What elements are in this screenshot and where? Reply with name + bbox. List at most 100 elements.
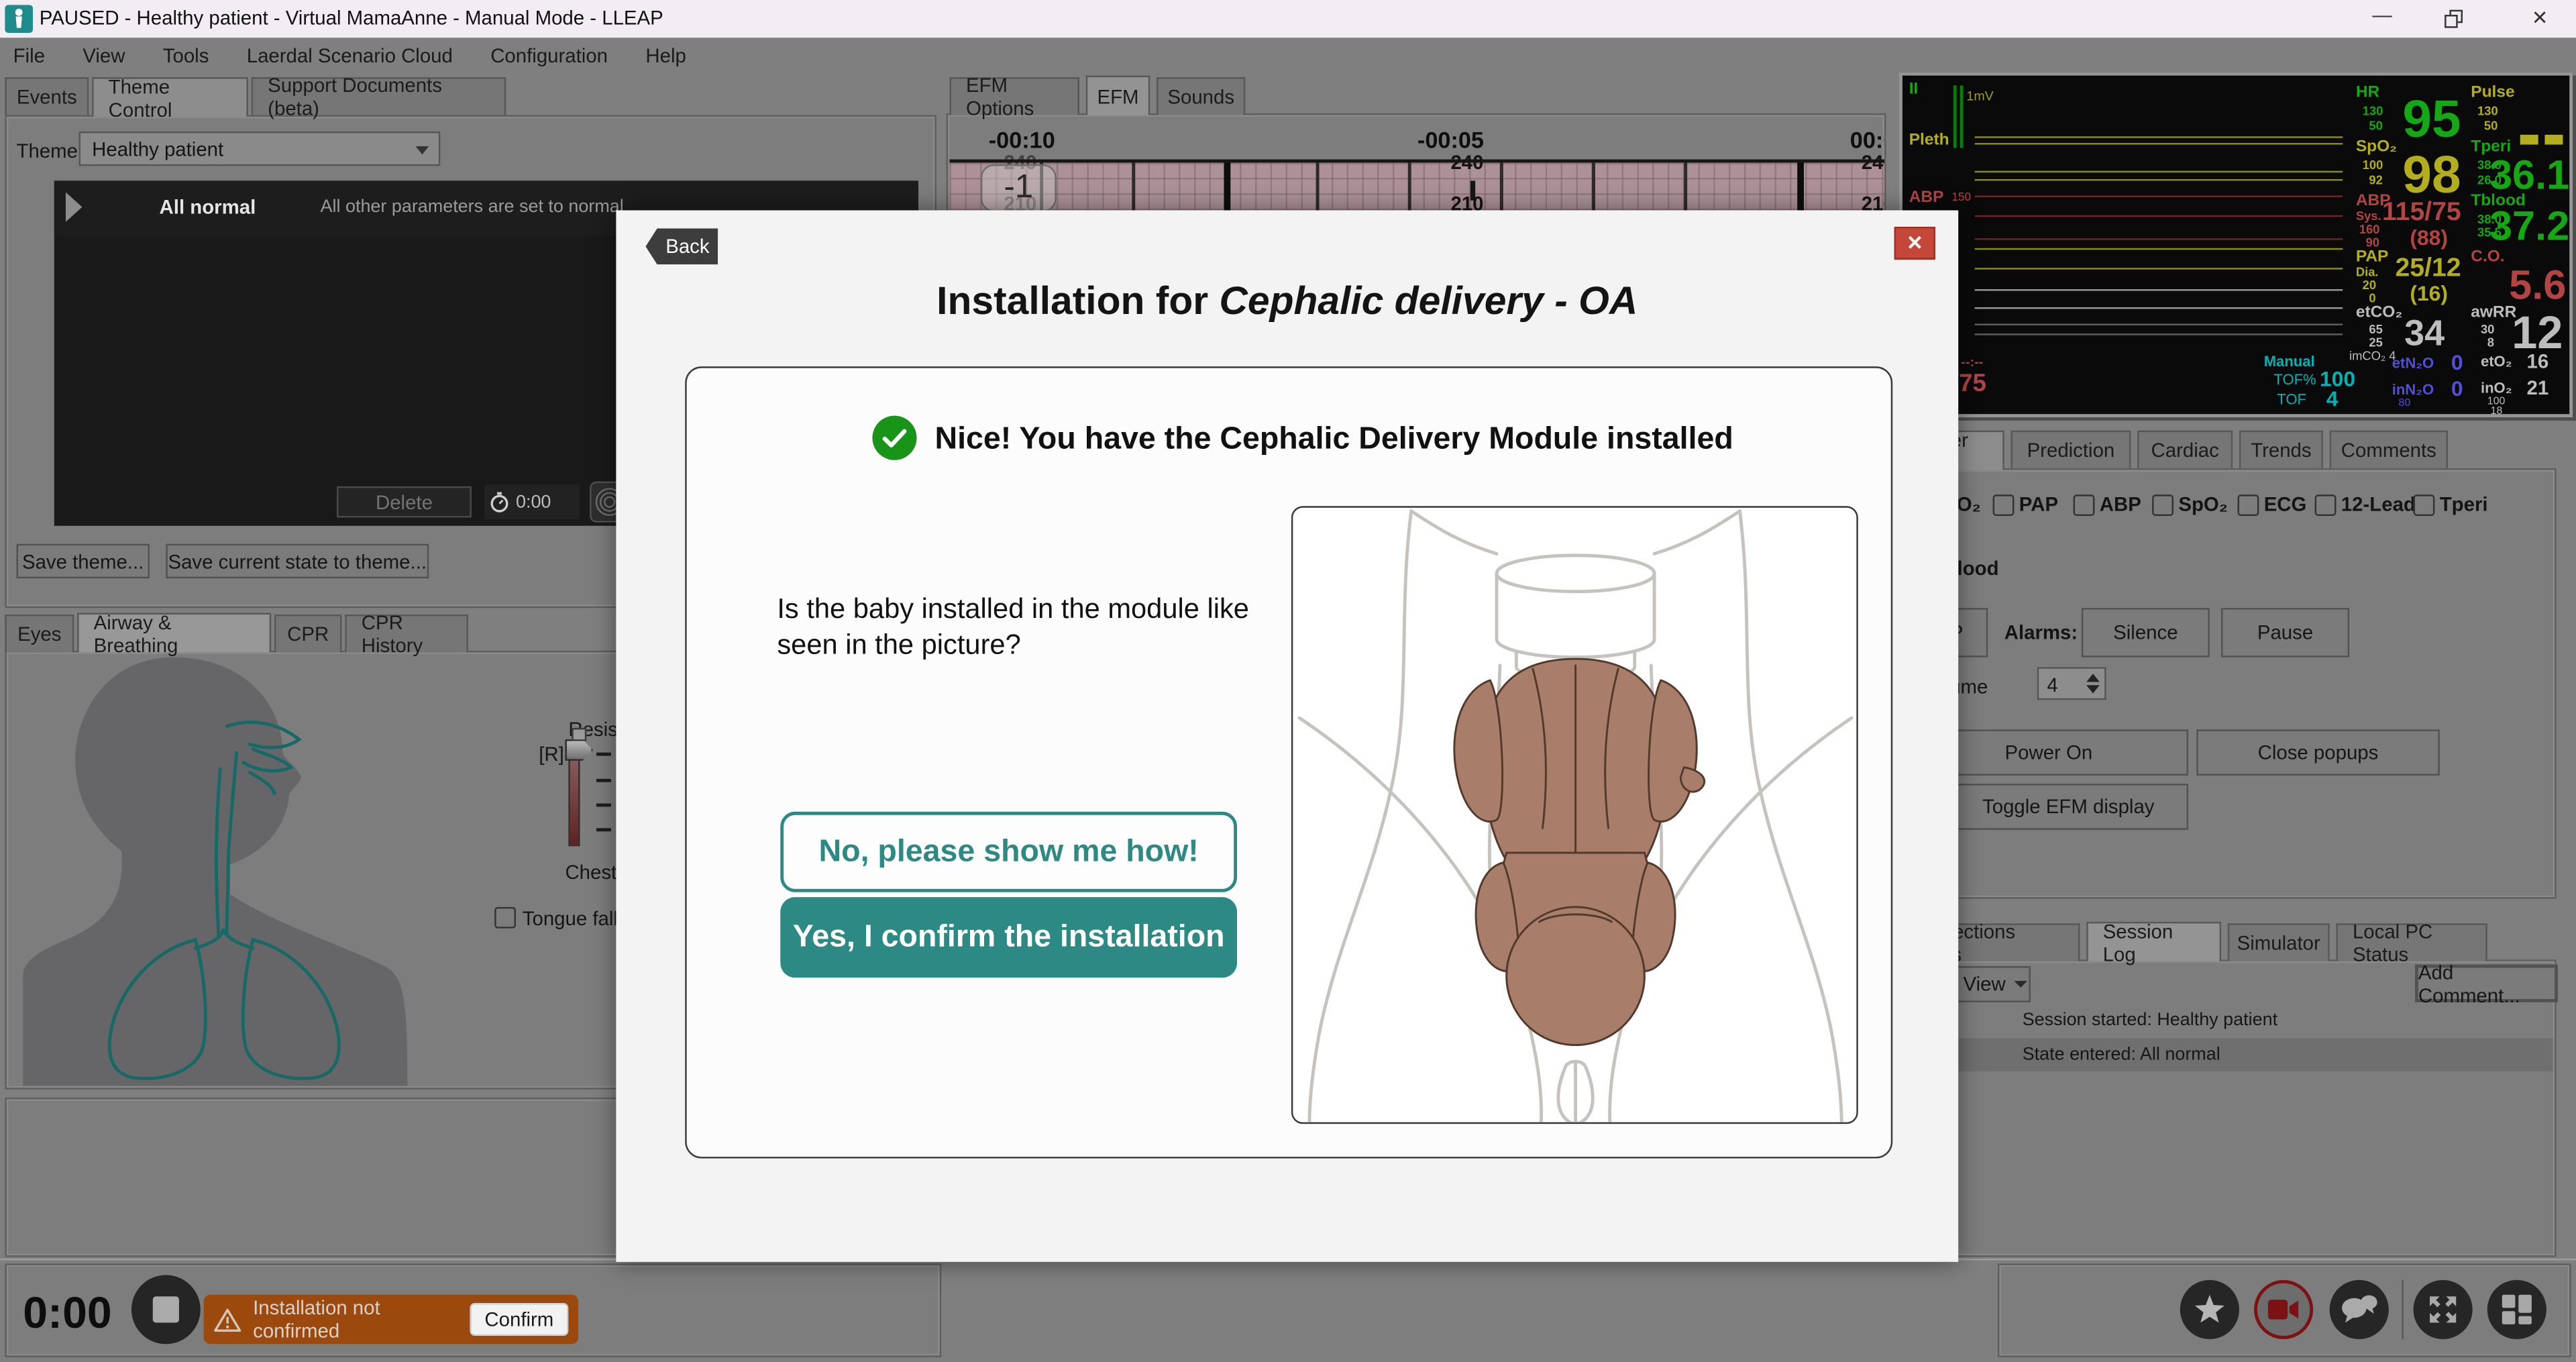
hr-value: 95 bbox=[2389, 89, 2461, 150]
tof-mode: Manual bbox=[2264, 354, 2315, 370]
menu-file[interactable]: File bbox=[13, 44, 45, 67]
spinner-up-icon[interactable] bbox=[2086, 674, 2100, 682]
app-icon bbox=[5, 5, 33, 33]
ecg-checkbox[interactable] bbox=[2238, 494, 2259, 516]
restore-button[interactable] bbox=[2445, 10, 2463, 28]
tab-events[interactable]: Events bbox=[5, 77, 89, 115]
patient-monitor[interactable]: II 1mV Pleth ABP 150 HR 130 50 95 Pulse … bbox=[1899, 72, 2573, 417]
resistance-r-label: [R] bbox=[539, 743, 564, 766]
eto2-label: etO₂ bbox=[2481, 354, 2512, 370]
alarms-pause-button[interactable]: Pause bbox=[2221, 608, 2349, 657]
close-button[interactable]: ✕ bbox=[2510, 7, 2569, 30]
spinner-down-icon[interactable] bbox=[2086, 685, 2100, 693]
spo2-check-label: SpO₂ bbox=[2178, 493, 2227, 516]
minimize-button[interactable]: — bbox=[2353, 3, 2412, 26]
abp-value: 115/75 bbox=[2382, 199, 2461, 228]
cephalic-module-illustration bbox=[1293, 508, 1858, 1124]
tab-cpr-history[interactable]: CPR History bbox=[345, 615, 468, 652]
tab-sounds[interactable]: Sounds bbox=[1157, 77, 1245, 115]
monitor-controls-panel bbox=[1902, 468, 2557, 899]
menu-view[interactable]: View bbox=[83, 44, 125, 67]
etn2o-label: etN₂O bbox=[2392, 355, 2434, 371]
imco2-label: imCO₂ 4 bbox=[2349, 348, 2396, 363]
efm-time-3: 00:00 bbox=[1840, 127, 1886, 153]
layout-grid-icon bbox=[2500, 1293, 2533, 1326]
modal-close-button[interactable]: ✕ bbox=[1894, 227, 1935, 260]
pulse-lo: 50 bbox=[2484, 118, 2498, 133]
tab-airway-breathing[interactable]: Airway & Breathing bbox=[77, 613, 271, 652]
theme-select[interactable]: Healthy patient bbox=[79, 132, 441, 166]
abp-checkbox[interactable] bbox=[2074, 494, 2095, 516]
expand-arrows-icon bbox=[2425, 1292, 2461, 1328]
tof-count: 4 bbox=[2326, 386, 2339, 411]
abp-check-label: ABP bbox=[2100, 493, 2141, 516]
ino2-lo: 18 bbox=[2491, 406, 2503, 417]
spo2-value: 98 bbox=[2389, 145, 2461, 206]
add-comment-button[interactable]: Add Comment... bbox=[2415, 965, 2558, 1002]
efm-page-bubble[interactable]: -1 bbox=[981, 164, 1057, 212]
confirm-button[interactable]: Confirm bbox=[470, 1303, 568, 1336]
no-show-me-how-button[interactable]: No, please show me how! bbox=[780, 812, 1237, 892]
log-row-2-highlight[interactable]: State entered: All normal bbox=[1906, 1039, 2553, 1071]
tperi-checkbox[interactable] bbox=[2414, 494, 2435, 516]
tab-comments[interactable]: Comments bbox=[2330, 431, 2448, 468]
save-theme-button[interactable]: Save theme... bbox=[16, 544, 149, 578]
tab-efm-options[interactable]: EFM Options bbox=[950, 77, 1079, 115]
expand-arrow-icon[interactable] bbox=[66, 193, 82, 222]
yes-confirm-installation-button[interactable]: Yes, I confirm the installation bbox=[780, 897, 1237, 978]
ecg-lead-label: II bbox=[1909, 81, 1919, 99]
efm-scale-240-mid: 240 bbox=[1450, 151, 1483, 174]
tab-eyes[interactable]: Eyes bbox=[5, 615, 74, 652]
pleth-label: Pleth bbox=[1909, 132, 1949, 150]
tab-cardiac[interactable]: Cardiac bbox=[2137, 431, 2233, 468]
pulse-dash bbox=[2520, 135, 2538, 145]
spo2-checkbox[interactable] bbox=[2152, 494, 2174, 516]
eto2-value: 16 bbox=[2527, 350, 2549, 373]
theme-label: Theme: bbox=[16, 140, 83, 162]
chevron-down-icon bbox=[416, 146, 429, 154]
favorite-button[interactable] bbox=[2180, 1280, 2239, 1339]
tab-support-documents[interactable]: Support Documents (beta) bbox=[252, 77, 506, 115]
stop-button[interactable] bbox=[131, 1275, 201, 1344]
state-name: All normal bbox=[160, 195, 256, 218]
delete-button[interactable]: Delete bbox=[337, 486, 472, 518]
hr-lo: 50 bbox=[2369, 118, 2382, 133]
menu-tools[interactable]: Tools bbox=[163, 44, 209, 67]
alarms-silence-button[interactable]: Silence bbox=[2082, 608, 2210, 657]
back-button[interactable]: Back bbox=[645, 228, 718, 264]
pap-checkbox[interactable] bbox=[1993, 494, 2015, 516]
save-state-to-theme-button[interactable]: Save current state to theme... bbox=[166, 544, 429, 578]
etn2o-value: 0 bbox=[2451, 350, 2463, 375]
spo2-lo: 92 bbox=[2369, 172, 2382, 187]
twelve-lead-checkbox[interactable] bbox=[2315, 494, 2337, 516]
menu-help[interactable]: Help bbox=[645, 44, 686, 67]
spo2-hi: 100 bbox=[2363, 158, 2383, 172]
menu-configuration[interactable]: Configuration bbox=[490, 44, 608, 67]
star-icon bbox=[2192, 1292, 2228, 1328]
fullscreen-button[interactable] bbox=[2414, 1280, 2473, 1339]
layout-button[interactable] bbox=[2487, 1280, 2546, 1339]
chat-button[interactable] bbox=[2330, 1280, 2389, 1339]
tongue-fall-checkbox[interactable] bbox=[494, 907, 516, 929]
tab-simulator[interactable]: Simulator bbox=[2228, 923, 2330, 961]
close-popups-button[interactable]: Close popups bbox=[2196, 729, 2439, 776]
hr-label: HR bbox=[2356, 84, 2379, 102]
tab-prediction[interactable]: Prediction bbox=[2011, 431, 2131, 468]
window-title: PAUSED - Healthy patient - Virtual MamaA… bbox=[40, 7, 663, 30]
toggle-efm-display-button[interactable]: Toggle EFM display bbox=[1948, 784, 2188, 830]
tab-theme-control[interactable]: Theme Control bbox=[92, 77, 248, 117]
tab-trends[interactable]: Trends bbox=[2239, 431, 2323, 468]
tab-session-log[interactable]: Session Log bbox=[2086, 922, 2221, 961]
warning-triangle-icon bbox=[213, 1307, 241, 1332]
inn2o-lo: 80 bbox=[2399, 398, 2411, 409]
record-video-button[interactable] bbox=[2254, 1280, 2313, 1339]
tab-efm[interactable]: EFM bbox=[1086, 76, 1150, 115]
menu-laerdal-scenario-cloud[interactable]: Laerdal Scenario Cloud bbox=[247, 44, 453, 67]
tab-local-pc-status[interactable]: Local PC Status bbox=[2336, 923, 2487, 961]
awrr-lo: 8 bbox=[2487, 335, 2494, 350]
log-row-1[interactable]: Session started: Healthy patient bbox=[2023, 1010, 2277, 1030]
volume-spinner[interactable]: 4 bbox=[2037, 667, 2106, 700]
tblood-value: 37.2 bbox=[2481, 204, 2569, 252]
check-frag-o2: O₂ bbox=[1957, 493, 1981, 516]
tab-cpr[interactable]: CPR bbox=[274, 615, 341, 652]
